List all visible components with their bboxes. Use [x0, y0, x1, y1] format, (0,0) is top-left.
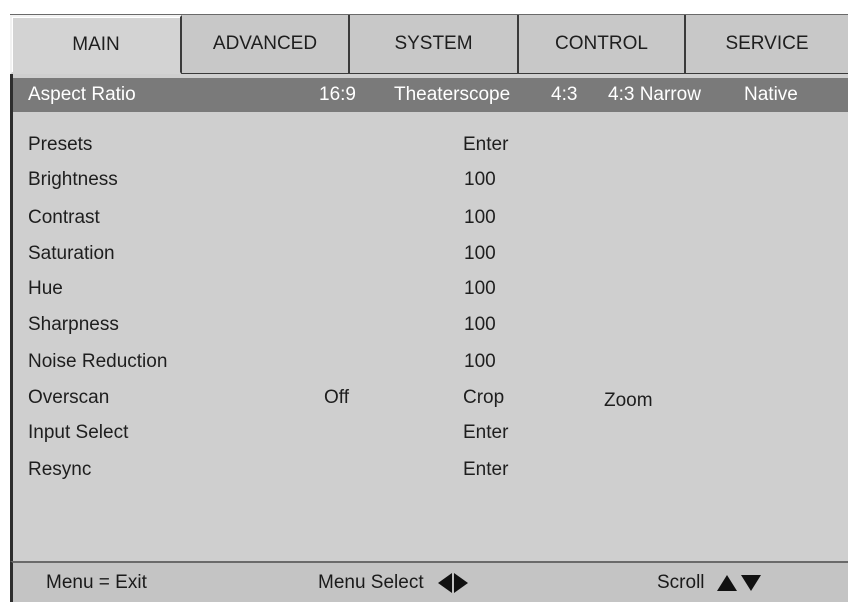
menu-row-aspect-ratio[interactable]: Aspect Ratio 16:9 Theaterscope 4:3 4:3 N…: [13, 78, 848, 112]
menu-row-hue[interactable]: Hue 100: [13, 272, 848, 306]
sharpness-label: Sharpness: [28, 314, 119, 335]
menu-row-noise-reduction[interactable]: Noise Reduction 100: [13, 345, 848, 379]
up-arrow-icon: [716, 574, 737, 591]
footer-exit-hint: Menu = Exit: [46, 572, 147, 594]
right-arrow-icon: [453, 572, 468, 593]
resync-value[interactable]: Enter: [463, 459, 508, 481]
presets-label: Presets: [28, 134, 93, 155]
tab-bar: MAIN ADVANCED SYSTEM CONTROL SERVICE: [10, 14, 848, 75]
saturation-value[interactable]: 100: [464, 243, 496, 265]
menu-row-saturation[interactable]: Saturation 100: [13, 237, 848, 271]
tab-service[interactable]: SERVICE: [686, 15, 848, 75]
hue-value[interactable]: 100: [464, 278, 496, 300]
tab-main[interactable]: MAIN: [10, 15, 182, 75]
noise-reduction-value[interactable]: 100: [464, 351, 496, 373]
overscan-option-zoom[interactable]: Zoom: [604, 390, 653, 412]
input-select-value[interactable]: Enter: [463, 422, 508, 444]
presets-value[interactable]: Enter: [463, 134, 508, 156]
aspect-option-16-9[interactable]: 16:9: [319, 84, 356, 106]
menu-row-contrast[interactable]: Contrast 100: [13, 201, 848, 235]
menu-row-overscan[interactable]: Overscan Off Crop Zoom: [13, 381, 848, 415]
overscan-option-off[interactable]: Off: [324, 387, 349, 409]
overscan-option-crop[interactable]: Crop: [463, 387, 504, 409]
footer-bar: Menu = Exit Menu Select Scroll: [10, 561, 848, 602]
overscan-label: Overscan: [28, 387, 110, 408]
aspect-option-4-3-narrow[interactable]: 4:3 Narrow: [608, 84, 701, 106]
saturation-label: Saturation: [28, 243, 115, 264]
contrast-value[interactable]: 100: [464, 207, 496, 229]
footer-scroll-hint: Scroll: [657, 572, 761, 594]
osd-menu: MAIN ADVANCED SYSTEM CONTROL SERVICE Asp…: [10, 10, 848, 602]
hue-label: Hue: [28, 278, 63, 299]
down-arrow-icon: [740, 574, 761, 591]
menu-row-resync[interactable]: Resync Enter: [13, 453, 848, 487]
brightness-label: Brightness: [28, 169, 118, 190]
footer-select-hint: Menu Select: [318, 572, 468, 594]
noise-reduction-label: Noise Reduction: [28, 351, 168, 372]
menu-row-input-select[interactable]: Input Select Enter: [13, 416, 848, 450]
input-select-label: Input Select: [28, 422, 129, 443]
select-hint-text: Menu Select: [318, 571, 424, 593]
aspect-option-4-3[interactable]: 4:3: [551, 84, 577, 106]
tab-advanced[interactable]: ADVANCED: [182, 15, 350, 75]
resync-label: Resync: [28, 459, 92, 480]
brightness-value[interactable]: 100: [464, 169, 496, 191]
aspect-option-theaterscope[interactable]: Theaterscope: [394, 84, 510, 106]
tab-control[interactable]: CONTROL: [519, 15, 686, 75]
menu-row-brightness[interactable]: Brightness 100: [13, 163, 848, 197]
aspect-ratio-label: Aspect Ratio: [28, 84, 136, 105]
aspect-option-native[interactable]: Native: [744, 84, 798, 106]
menu-row-presets[interactable]: Presets Enter: [13, 128, 848, 162]
exit-hint-text: Menu = Exit: [46, 571, 147, 593]
scroll-hint-text: Scroll: [657, 571, 705, 593]
menu-row-sharpness[interactable]: Sharpness 100: [13, 308, 848, 342]
main-menu-panel: Aspect Ratio 16:9 Theaterscope 4:3 4:3 N…: [10, 74, 848, 561]
sharpness-value[interactable]: 100: [464, 314, 496, 336]
left-arrow-icon: [437, 572, 452, 593]
tab-system[interactable]: SYSTEM: [350, 15, 519, 75]
contrast-label: Contrast: [28, 207, 100, 228]
